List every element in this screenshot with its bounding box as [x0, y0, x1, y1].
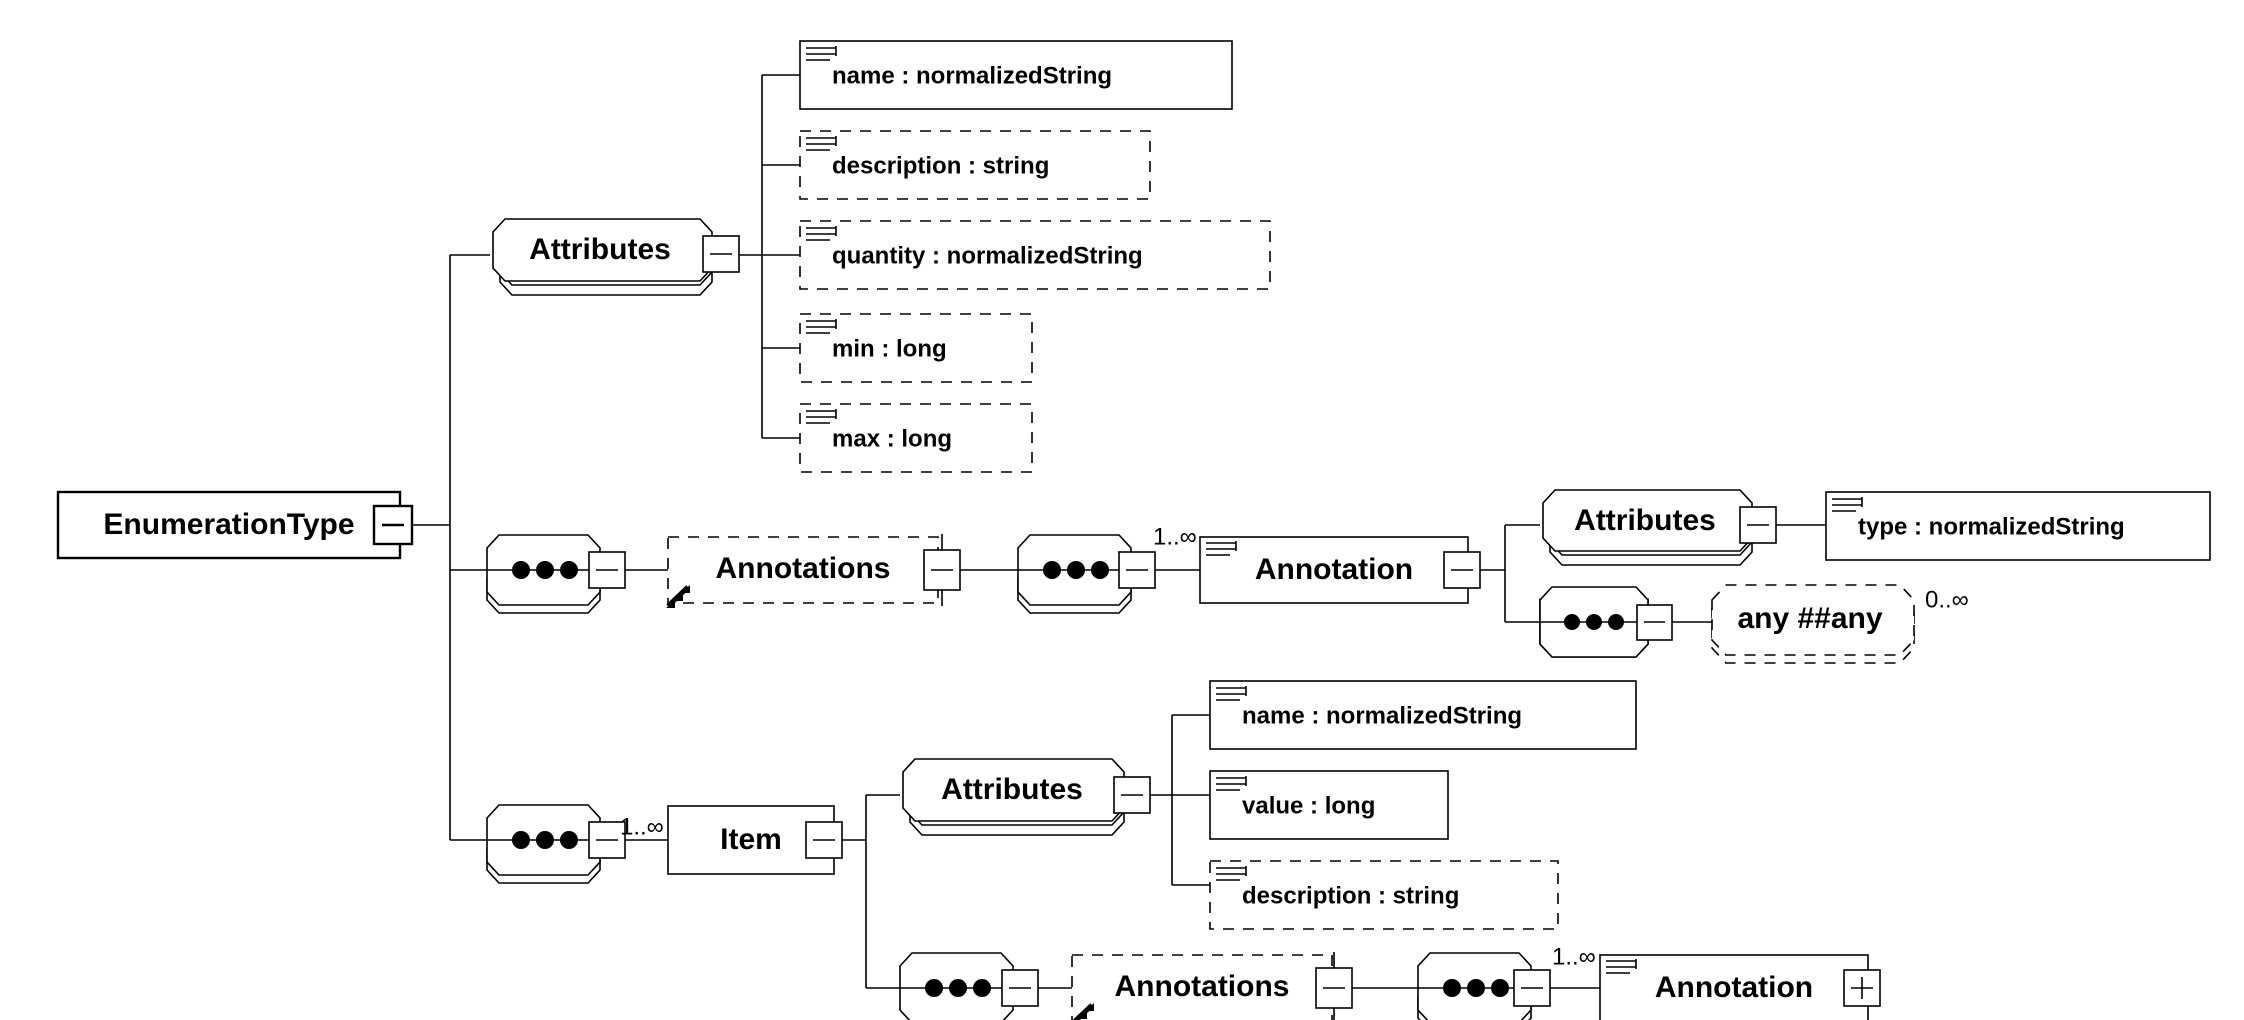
attributes-annotation-label: Attributes [1574, 504, 1716, 537]
node-attr-name[interactable]: name : normalizedString [799, 40, 1233, 110]
node-sequence-item-annotation[interactable] [1417, 952, 1551, 1020]
sequence-dot [1586, 614, 1602, 630]
sequence-dot [1443, 979, 1461, 997]
enumeration-type-label: EnumerationType [103, 508, 354, 541]
node-any-any[interactable]: any ##any 0..∞ [1711, 584, 1969, 664]
any-any-cardinality: 0..∞ [1925, 586, 1969, 613]
annotation-root-cardinality: 1..∞ [1153, 523, 1197, 550]
node-annotations-root[interactable]: Annotations [666, 534, 961, 608]
sequence-dot [1043, 561, 1061, 579]
node-item-attr-name[interactable]: name : normalizedString [1209, 680, 1637, 750]
attr-max-label: max : long [832, 425, 952, 452]
sequence-dot [1564, 614, 1580, 630]
sequence-dot [973, 979, 991, 997]
item-annotation-label: Annotation [1655, 971, 1813, 1004]
node-sequence-item[interactable] [486, 804, 626, 884]
schema-diagram-svg: EnumerationType Attributes name : normal… [56, 40, 2211, 1020]
node-item[interactable]: 1..∞ Item [620, 805, 843, 875]
node-attr-type[interactable]: type : normalizedString [1825, 491, 2211, 561]
sequence-dot [1091, 561, 1109, 579]
item-cardinality: 1..∞ [620, 813, 664, 840]
node-sequence-item-annotations[interactable] [899, 952, 1039, 1020]
item-annotations-label: Annotations [1115, 970, 1290, 1003]
node-annotation-root[interactable]: 1..∞ Annotation [1153, 523, 1481, 604]
node-attr-min[interactable]: min : long [799, 313, 1033, 383]
item-attr-value-label: value : long [1242, 792, 1375, 819]
node-attr-description[interactable]: description : string [799, 130, 1151, 200]
annotations-root-label: Annotations [716, 552, 891, 585]
node-item-annotation[interactable]: 1..∞ Annotation [1552, 943, 1881, 1020]
node-item-attr-value[interactable]: value : long [1209, 770, 1449, 840]
sequence-dot [925, 979, 943, 997]
attributes-root-label: Attributes [529, 233, 671, 266]
node-sequence-any[interactable] [1539, 586, 1673, 658]
item-attr-name-label: name : normalizedString [1242, 702, 1522, 729]
node-attr-quantity[interactable]: quantity : normalizedString [799, 220, 1271, 290]
item-annotation-cardinality: 1..∞ [1552, 943, 1596, 970]
sequence-dot [1467, 979, 1485, 997]
node-enumeration-type[interactable]: EnumerationType [56, 490, 414, 560]
attr-description-label: description : string [832, 152, 1049, 179]
attr-type-label: type : normalizedString [1858, 513, 2125, 540]
sequence-dot [1491, 979, 1509, 997]
schema-diagram-canvas: EnumerationType Attributes name : normal… [0, 0, 2244, 1020]
attr-quantity-label: quantity : normalizedString [832, 242, 1143, 269]
sequence-dot [1067, 561, 1085, 579]
sequence-dot [949, 979, 967, 997]
sequence-dot [536, 831, 554, 849]
attributes-item-label: Attributes [941, 773, 1083, 806]
sequence-dot [1608, 614, 1624, 630]
sequence-dot [560, 831, 578, 849]
node-item-attr-description[interactable]: description : string [1209, 860, 1559, 930]
node-attr-max[interactable]: max : long [799, 403, 1033, 473]
node-attributes-root[interactable]: Attributes [492, 218, 740, 296]
node-attributes-annotation[interactable]: Attributes [1542, 489, 1777, 566]
item-attr-description-label: description : string [1242, 882, 1459, 909]
node-sequence-annotation[interactable] [1017, 534, 1156, 614]
node-sequence-annotations-root[interactable] [486, 534, 626, 614]
annotation-root-label: Annotation [1255, 553, 1413, 586]
node-item-annotations[interactable]: Annotations [1070, 952, 1353, 1020]
item-label: Item [720, 823, 782, 856]
node-attributes-item[interactable]: Attributes [902, 758, 1151, 836]
any-any-label: any ##any [1737, 602, 1882, 635]
sequence-dot [512, 831, 530, 849]
attr-name-label: name : normalizedString [832, 62, 1112, 89]
sequence-dot [536, 561, 554, 579]
sequence-dot [512, 561, 530, 579]
sequence-dot [560, 561, 578, 579]
attr-min-label: min : long [832, 335, 947, 362]
